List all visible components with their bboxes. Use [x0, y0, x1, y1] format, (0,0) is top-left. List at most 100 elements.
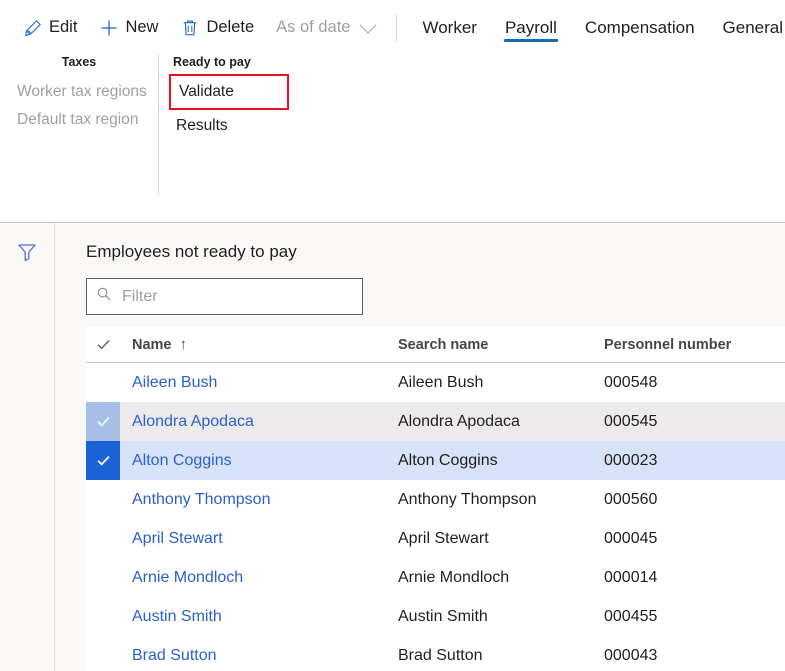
table-row[interactable]: Austin Smith Austin Smith 000455	[86, 597, 785, 636]
row-search-name: Alton Coggins	[398, 451, 498, 469]
check-icon	[96, 417, 110, 427]
row-name-link[interactable]: Arnie Mondloch	[132, 569, 243, 587]
filter-rail	[0, 223, 55, 671]
table-row[interactable]: Alondra Apodaca Alondra Apodaca 000545	[86, 402, 785, 441]
tab-general-label: General	[722, 17, 784, 37]
group-ready-to-pay: Ready to pay Validate Results	[159, 55, 299, 195]
row-personnel-number: 000560	[604, 490, 658, 508]
row-search-name: Aileen Bush	[398, 373, 484, 391]
tab-payroll-label: Payroll	[504, 17, 557, 37]
row-name-link[interactable]: Aileen Bush	[132, 374, 217, 392]
row-name-link[interactable]: Austin Smith	[132, 608, 222, 626]
column-header-search-name[interactable]: Search name	[398, 327, 604, 362]
row-checkbox[interactable]	[86, 636, 120, 671]
row-search-name: April Stewart	[398, 529, 489, 547]
row-name-link[interactable]: Alton Coggins	[132, 452, 232, 470]
search-icon	[96, 286, 112, 307]
column-header-name-label: Name	[132, 336, 172, 353]
delete-button[interactable]: Delete	[169, 9, 265, 47]
row-search-name: Austin Smith	[398, 607, 488, 625]
results-item[interactable]: Results	[173, 112, 285, 140]
as-of-date-button[interactable]: As of date	[265, 9, 385, 47]
worker-tax-regions-item[interactable]: Worker tax regions	[14, 78, 147, 106]
row-personnel-number: 000045	[604, 529, 658, 547]
grid-body: Aileen Bush Aileen Bush 000548 Alondra A…	[86, 363, 785, 671]
panel-title: Employees not ready to pay	[86, 242, 297, 261]
tab-worker[interactable]: Worker	[408, 0, 490, 55]
new-button[interactable]: New	[88, 9, 169, 47]
page-content: Employees not ready to pay Name	[0, 223, 785, 671]
employees-grid: Name ↑ Search name Personnel number Aile…	[86, 327, 785, 671]
new-button-label: New	[125, 18, 159, 36]
plus-icon	[99, 18, 118, 37]
row-name-link[interactable]: Anthony Thompson	[132, 491, 270, 509]
action-pane-groups: Taxes Worker tax regions Default tax reg…	[0, 55, 785, 195]
row-checkbox[interactable]	[86, 597, 120, 636]
toolbar-divider	[396, 14, 398, 41]
row-search-name: Arnie Mondloch	[398, 568, 510, 586]
tab-payroll[interactable]: Payroll	[491, 0, 571, 55]
command-bar: Edit New Delete As of date Worker Payrol…	[0, 0, 785, 55]
tab-general[interactable]: General	[709, 0, 785, 55]
results-label: Results	[176, 117, 228, 134]
row-checkbox[interactable]	[86, 480, 120, 519]
column-header-personnel-number[interactable]: Personnel number	[604, 327, 774, 362]
group-ready-to-pay-title: Ready to pay	[173, 55, 251, 69]
group-taxes: Taxes Worker tax regions Default tax reg…	[0, 55, 158, 195]
funnel-icon	[16, 241, 38, 268]
group-taxes-title: Taxes	[61, 55, 97, 69]
default-tax-region-item[interactable]: Default tax region	[14, 106, 144, 134]
row-name-link[interactable]: April Stewart	[132, 530, 223, 548]
row-personnel-number: 000023	[604, 451, 658, 469]
worker-tax-regions-label: Worker tax regions	[17, 83, 147, 100]
table-row[interactable]: Arnie Mondloch Arnie Mondloch 000014	[86, 558, 785, 597]
as-of-date-label: As of date	[276, 18, 351, 36]
tab-worker-label: Worker	[422, 17, 477, 37]
row-checkbox[interactable]	[86, 363, 120, 402]
filter-pane-toggle[interactable]	[12, 239, 42, 269]
table-row[interactable]: Alton Coggins Alton Coggins 000023	[86, 441, 785, 480]
row-checkbox[interactable]	[86, 402, 120, 441]
edit-button[interactable]: Edit	[12, 9, 88, 47]
row-name-link[interactable]: Alondra Apodaca	[132, 413, 254, 431]
row-search-name: Brad Sutton	[398, 646, 483, 664]
default-tax-region-label: Default tax region	[17, 111, 139, 128]
row-personnel-number: 000455	[604, 607, 658, 625]
check-icon	[97, 340, 110, 350]
row-personnel-number: 000548	[604, 373, 658, 391]
table-row[interactable]: Aileen Bush Aileen Bush 000548	[86, 363, 785, 402]
action-pane: Edit New Delete As of date Worker Payrol…	[0, 0, 785, 223]
row-name-link[interactable]: Brad Sutton	[132, 647, 217, 665]
row-personnel-number: 000545	[604, 412, 658, 430]
row-checkbox[interactable]	[86, 558, 120, 597]
column-header-name[interactable]: Name ↑	[120, 327, 398, 362]
trash-icon	[180, 18, 199, 37]
employees-panel: Employees not ready to pay Name	[55, 223, 785, 671]
edit-button-label: Edit	[49, 18, 78, 36]
table-row[interactable]: Anthony Thompson Anthony Thompson 000560	[86, 480, 785, 519]
pencil-icon	[23, 18, 42, 37]
filter-input[interactable]	[120, 286, 353, 307]
select-all-checkbox[interactable]	[86, 327, 120, 362]
delete-button-label: Delete	[206, 18, 255, 36]
row-checkbox[interactable]	[86, 519, 120, 558]
row-search-name: Anthony Thompson	[398, 490, 537, 508]
table-row[interactable]: Brad Sutton Brad Sutton 000043	[86, 636, 785, 671]
table-row[interactable]: April Stewart April Stewart 000045	[86, 519, 785, 558]
row-search-name: Alondra Apodaca	[398, 412, 520, 430]
validate-item[interactable]: Validate	[169, 74, 289, 110]
row-personnel-number: 000043	[604, 646, 658, 664]
grid-header-row: Name ↑ Search name Personnel number	[86, 327, 785, 363]
sort-ascending-icon: ↑	[179, 336, 188, 353]
row-personnel-number: 000014	[604, 568, 658, 586]
column-header-search-name-label: Search name	[398, 336, 489, 353]
chevron-down-icon	[359, 16, 377, 34]
tab-compensation[interactable]: Compensation	[571, 0, 709, 55]
tab-compensation-label: Compensation	[584, 17, 695, 37]
row-checkbox[interactable]	[86, 441, 120, 480]
column-header-personnel-number-label: Personnel number	[604, 336, 732, 353]
validate-label: Validate	[179, 83, 234, 100]
tab-bar: Worker Payroll Compensation General	[408, 0, 785, 55]
filter-field[interactable]	[86, 278, 363, 315]
check-icon	[96, 455, 110, 466]
